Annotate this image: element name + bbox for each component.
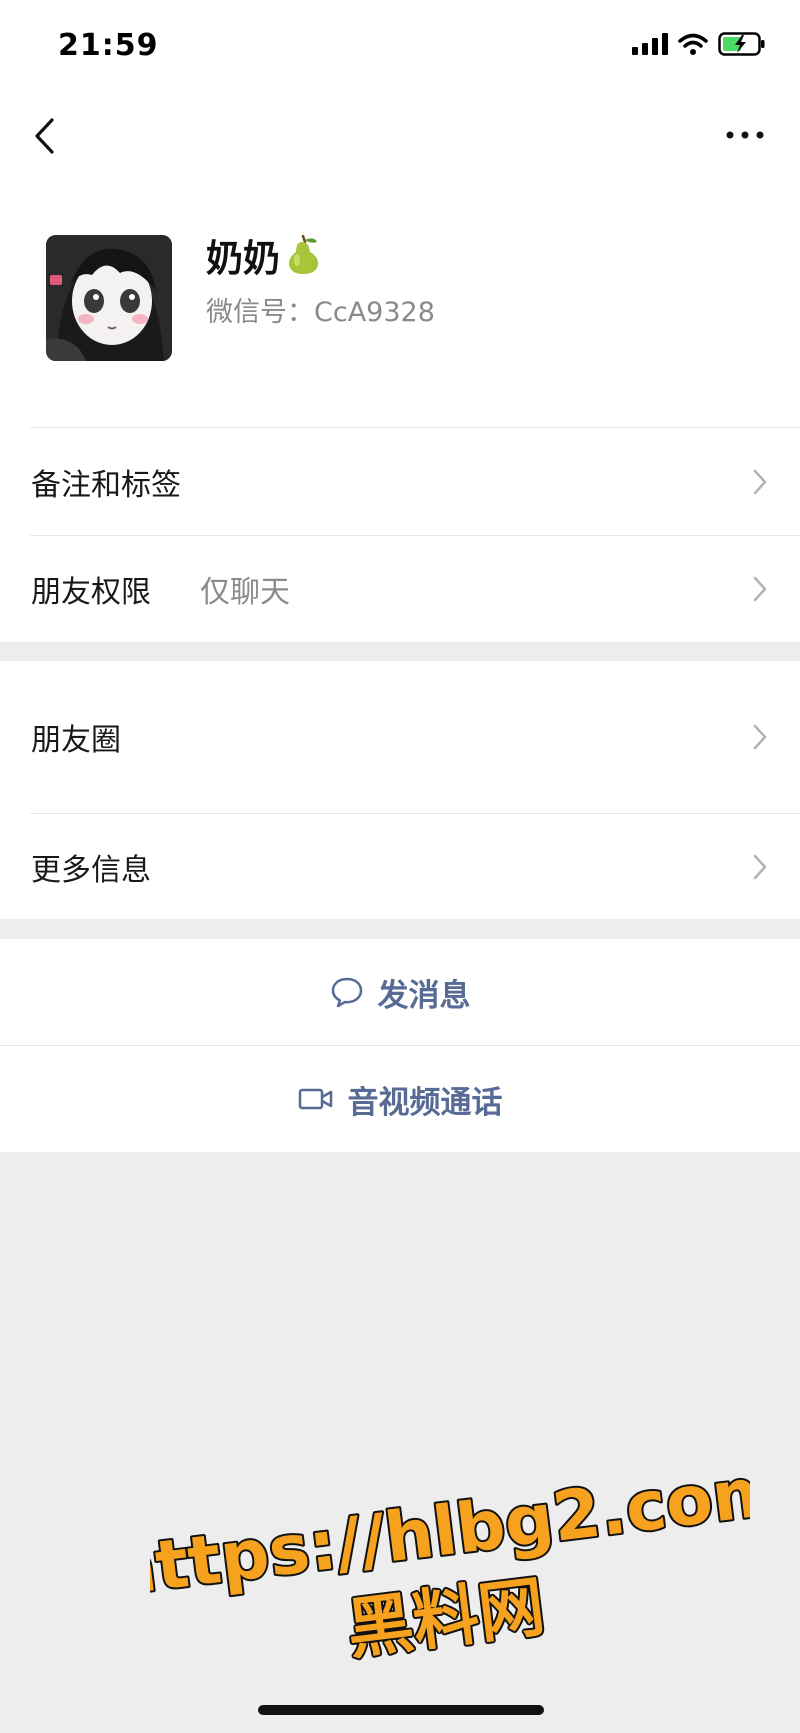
chevron-right-icon bbox=[753, 576, 767, 602]
chevron-left-icon bbox=[35, 118, 54, 154]
video-call-label: 音视频通话 bbox=[347, 1084, 503, 1121]
chevron-right-icon bbox=[753, 469, 767, 494]
watermark-site-name: 黑料网 bbox=[343, 1568, 549, 1669]
chevron-right-icon bbox=[753, 724, 767, 750]
friend-permission-row[interactable]: 朋友权限 仅聊天 bbox=[0, 536, 800, 642]
wechat-id: 微信号：CcA9328 bbox=[206, 297, 435, 328]
video-camera-icon bbox=[298, 1088, 332, 1110]
signal-icon bbox=[632, 33, 668, 55]
status-icons bbox=[632, 32, 766, 56]
row-label-permission: 朋友权限 bbox=[31, 575, 151, 610]
home-indicator[interactable] bbox=[258, 1705, 544, 1715]
send-message-button[interactable]: 发消息 bbox=[0, 939, 800, 1045]
video-call-button[interactable]: 音视频通话 bbox=[0, 1046, 800, 1152]
moments-row[interactable]: 朋友圈 bbox=[0, 661, 800, 813]
back-button[interactable] bbox=[24, 112, 64, 160]
row-value-permission: 仅聊天 bbox=[200, 575, 290, 610]
avatar-image bbox=[46, 235, 172, 361]
send-message-label: 发消息 bbox=[377, 977, 471, 1014]
pear-icon bbox=[288, 234, 319, 274]
nickname: 奶奶 bbox=[206, 228, 322, 282]
more-info-row[interactable]: 更多信息 bbox=[0, 814, 800, 919]
avatar[interactable] bbox=[46, 235, 172, 361]
chat-bubble-icon bbox=[331, 977, 362, 1008]
row-label-moments: 朋友圈 bbox=[31, 723, 121, 758]
row-label-more-info: 更多信息 bbox=[31, 852, 151, 888]
more-options-button[interactable] bbox=[720, 120, 770, 150]
watermark: https://hlbg2.com 黑料网 bbox=[150, 1470, 750, 1670]
remark-and-tags-row[interactable]: 备注和标签 bbox=[0, 428, 800, 535]
row-label-remark: 备注和标签 bbox=[31, 467, 181, 503]
wifi-icon bbox=[678, 33, 708, 55]
status-time: 21:59 bbox=[58, 28, 159, 63]
battery-charging-icon bbox=[718, 32, 765, 56]
chevron-right-icon bbox=[753, 854, 767, 879]
more-dots-icon bbox=[726, 131, 764, 139]
nickname-text: 奶奶 bbox=[206, 237, 280, 280]
